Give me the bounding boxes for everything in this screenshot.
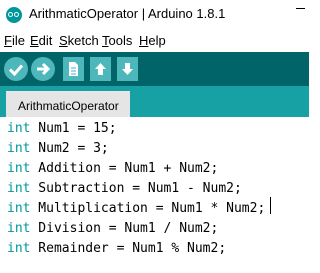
menu-edit[interactable]: Edit — [30, 33, 52, 48]
menu-sketch[interactable]: Sketch — [59, 33, 99, 48]
title-bar: ArithmaticOperator | Arduino 1.8.1 — [0, 0, 309, 30]
toolbar — [0, 52, 309, 86]
upload-button[interactable] — [31, 57, 55, 81]
menu-help[interactable]: Help — [139, 33, 166, 48]
verify-button[interactable] — [4, 57, 28, 81]
menu-tools[interactable]: Tools — [102, 33, 132, 48]
menu-file[interactable]: File — [4, 33, 25, 48]
code-line[interactable]: int Remainder = Num1 % Num2; — [7, 239, 226, 259]
arduino-logo-icon — [6, 7, 22, 23]
code-line[interactable]: int Multiplication = Num1 * Num2; — [7, 199, 265, 219]
new-file-icon — [69, 62, 78, 76]
check-icon — [8, 64, 24, 77]
minimize-button[interactable] — [293, 2, 307, 16]
right-arrow-icon — [37, 62, 51, 76]
tab-arithmaticoperator[interactable]: ArithmaticOperator — [6, 91, 130, 117]
code-line[interactable]: int Num2 = 3; — [7, 139, 109, 159]
new-button[interactable] — [63, 57, 84, 81]
tab-label: ArithmaticOperator — [18, 99, 119, 113]
window-title: ArithmaticOperator | Arduino 1.8.1 — [29, 6, 226, 21]
code-line[interactable]: int Num1 = 15; — [7, 119, 117, 139]
text-caret — [270, 197, 271, 214]
save-button[interactable] — [117, 57, 138, 81]
down-arrow-icon — [122, 63, 133, 75]
up-arrow-icon — [95, 63, 106, 75]
tab-strip: ArithmaticOperator — [0, 86, 309, 117]
code-line[interactable]: int Division = Num1 / Num2; — [7, 219, 218, 239]
code-line[interactable]: int Subtraction = Num1 - Num2; — [7, 179, 242, 199]
code-line[interactable]: int Addition = Num1 + Num2; — [7, 159, 218, 179]
code-editor[interactable]: int Num1 = 15; int Num2 = 3; int Additio… — [0, 117, 309, 273]
open-button[interactable] — [90, 57, 111, 81]
menu-bar: File Edit Sketch Tools Help — [0, 30, 309, 52]
